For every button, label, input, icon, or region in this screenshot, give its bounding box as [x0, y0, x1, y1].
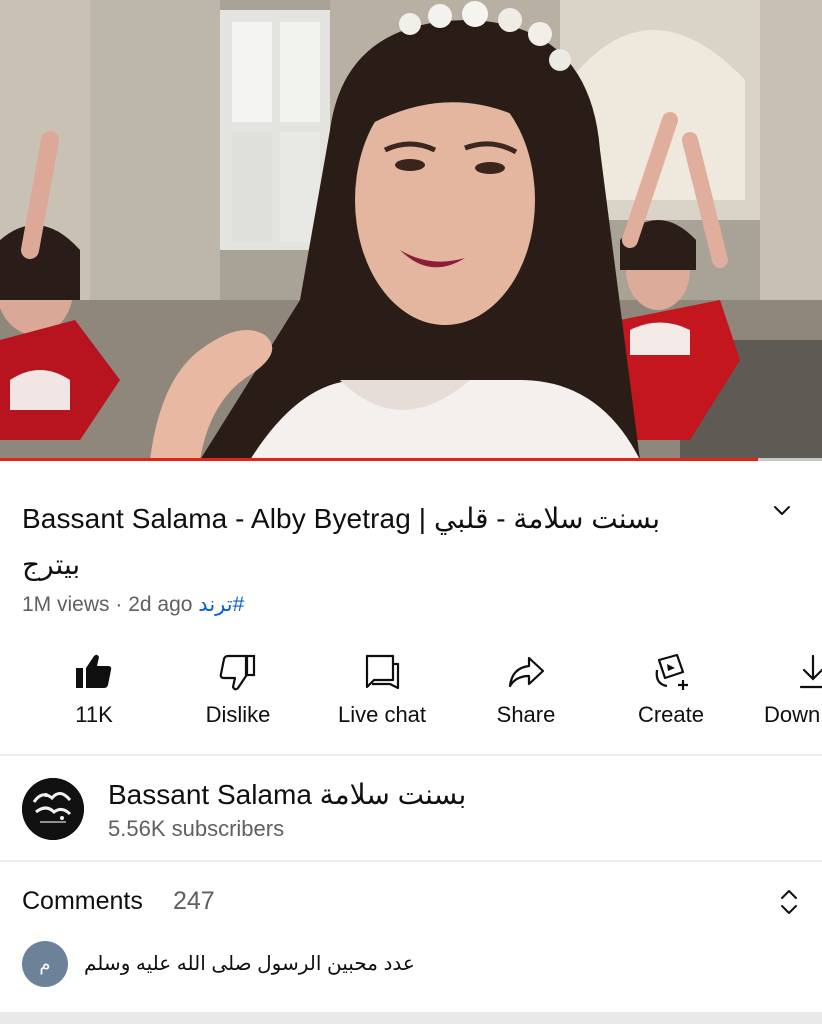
- dislike-label: Dislike: [205, 702, 271, 727]
- comments-heading: Comments: [22, 887, 143, 915]
- create-label: Create: [637, 702, 705, 727]
- download-icon: [799, 654, 822, 689]
- comments-count: 247: [173, 887, 215, 915]
- expand-description-button[interactable]: [766, 498, 798, 524]
- dislike-button[interactable]: Dislike: [163, 650, 313, 738]
- video-player[interactable]: [0, 0, 822, 461]
- divider: [0, 754, 822, 756]
- share-button[interactable]: Share: [451, 650, 601, 738]
- comments-section[interactable]: Comments 247 م عدد محبين الرسول صلى الله…: [0, 865, 822, 1015]
- like-button[interactable]: 11K: [19, 650, 169, 738]
- share-arrow-icon: [508, 656, 545, 688]
- thumbs-up-filled-icon: [76, 654, 112, 688]
- video-title[interactable]: Bassant Salama - Alby Byetrag | بسنت سلا…: [22, 496, 722, 588]
- channel-logo-icon: [22, 778, 84, 840]
- download-button[interactable]: Down: [740, 650, 822, 738]
- video-frame-illustration: [0, 0, 822, 461]
- comment-text: عدد محبين الرسول صلى الله عليه وسلم: [84, 953, 415, 975]
- expand-collapse-icon[interactable]: [776, 885, 802, 919]
- channel-name-arabic: بسنت سلامة: [319, 779, 467, 810]
- bottom-edge: [0, 1012, 822, 1024]
- channel-row[interactable]: Bassant Salama بسنت سلامة 5.56K subscrib…: [0, 760, 822, 856]
- video-progress-bar[interactable]: [0, 458, 822, 461]
- thumbs-down-icon: [219, 654, 256, 691]
- download-label: Down: [764, 702, 821, 727]
- create-remix-icon: [655, 653, 688, 690]
- chevron-down-icon: [774, 506, 790, 515]
- channel-avatar[interactable]: [22, 778, 84, 840]
- chat-bubble-icon: [365, 654, 400, 690]
- video-meta[interactable]: 1M views · 2d ago #ترند: [22, 592, 244, 617]
- action-bar: 11K Dislike Live chat Share Create Down: [0, 650, 822, 740]
- video-progress-fill: [0, 458, 758, 461]
- video-title-latin: Bassant Salama - Alby Byetrag |: [22, 503, 427, 534]
- subscriber-count: 5.56K subscribers: [108, 816, 285, 841]
- view-count: 1M views: [22, 593, 110, 616]
- upload-age: 2d ago: [128, 593, 193, 616]
- like-count: 11K: [75, 702, 113, 727]
- comment-author-avatar[interactable]: م: [22, 941, 68, 987]
- hashtag-link[interactable]: #ترند: [198, 593, 244, 616]
- live-chat-button[interactable]: Live chat: [307, 650, 457, 738]
- divider: [0, 860, 822, 862]
- share-label: Share: [496, 702, 556, 727]
- meta-separator: ·: [115, 593, 123, 616]
- live-chat-label: Live chat: [337, 702, 427, 727]
- channel-name-latin: Bassant Salama: [108, 779, 312, 810]
- create-button[interactable]: Create: [596, 650, 746, 738]
- channel-name[interactable]: Bassant Salama بسنت سلامة: [108, 778, 466, 811]
